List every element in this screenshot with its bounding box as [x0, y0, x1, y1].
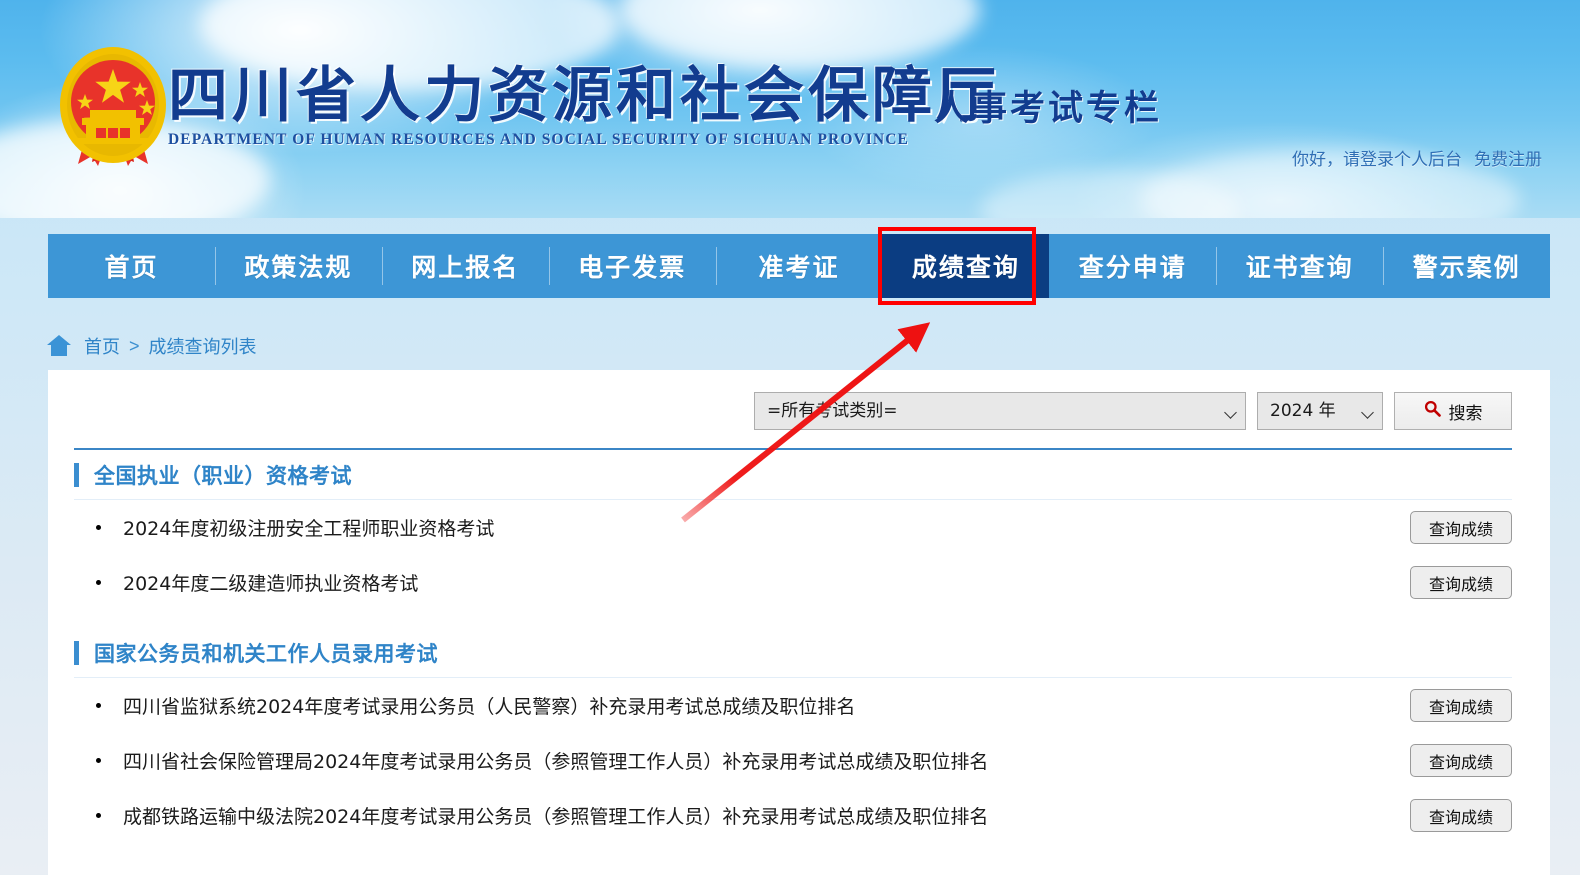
- exam-list-item: 2024年度二级建造师执业资格考试 查询成绩: [74, 555, 1512, 610]
- exam-item-left: 四川省社会保险管理局2024年度考试录用公务员（参照管理工作人员）补充录用考试总…: [96, 747, 988, 774]
- search-icon: [1424, 400, 1441, 422]
- section-title: 国家公务员和机关工作人员录用考试: [94, 641, 438, 666]
- breadcrumb-home-link[interactable]: 首页: [84, 333, 120, 359]
- bullet-icon: [96, 758, 101, 763]
- nav-item-8[interactable]: 警示案例: [1383, 234, 1550, 298]
- nav-item-label: 准考证: [758, 253, 840, 282]
- main-navigation: 首页 政策法规 网上报名 电子发票 准考证 成绩查询 查分申请 证书查询 警示案例: [48, 234, 1550, 298]
- bullet-icon: [96, 580, 101, 585]
- nav-item-label: 查分申请: [1078, 253, 1187, 282]
- exam-list-item: 成都铁路运输中级法院2024年度考试录用公务员（参照管理工作人员）补充录用考试总…: [74, 788, 1512, 843]
- nav-item-2[interactable]: 网上报名: [381, 234, 549, 298]
- exam-section: 全国执业（职业）资格考试 2024年度初级注册安全工程师职业资格考试 查询成绩 202…: [74, 450, 1512, 628]
- national-emblem-icon: [52, 42, 174, 170]
- breadcrumb-separator: >: [129, 335, 140, 356]
- year-select-wrapper: 2024 年: [1257, 392, 1383, 430]
- search-button[interactable]: 搜索: [1394, 392, 1512, 430]
- site-title-chinese: 四川省人力资源和社会保障厅: [168, 61, 1000, 131]
- content-panel: =所有考试类别= 2024 年 搜索 全国执业（职业）资格考试 2024年度初级注…: [48, 370, 1550, 875]
- nav-item-label: 证书查询: [1245, 253, 1354, 282]
- nav-item-5[interactable]: 成绩查询: [882, 234, 1050, 298]
- query-score-button[interactable]: 查询成绩: [1410, 799, 1512, 832]
- exam-item-left: 2024年度初级注册安全工程师职业资格考试: [96, 514, 494, 541]
- nav-item-0[interactable]: 首页: [48, 234, 215, 298]
- home-icon: [46, 334, 72, 358]
- breadcrumb-current: 成绩查询列表: [148, 337, 257, 357]
- register-link[interactable]: 免费注册: [1474, 150, 1542, 169]
- exam-name-link[interactable]: 成都铁路运输中级法院2024年度考试录用公务员（参照管理工作人员）补充录用考试总…: [123, 802, 988, 829]
- nav-item-label: 电子发票: [578, 253, 687, 282]
- site-subtitle: 人事考试专栏: [934, 89, 1163, 129]
- nav-item-6[interactable]: 查分申请: [1049, 234, 1216, 298]
- exam-name-link[interactable]: 四川省监狱系统2024年度考试录用公务员（人民警察）补充录用考试总成绩及职位排名: [123, 692, 855, 719]
- nav-item-label: 网上报名: [411, 253, 520, 282]
- user-login-bar: 你好，请登录个人后台 免费注册: [1292, 145, 1542, 170]
- bullet-icon: [96, 703, 101, 708]
- site-banner: 四川省人力资源和社会保障厅 DEPARTMENT OF HUMAN RESOUR…: [0, 0, 1580, 218]
- query-score-button[interactable]: 查询成绩: [1410, 689, 1512, 722]
- login-link[interactable]: 你好，请登录个人后台: [1292, 150, 1462, 169]
- year-select[interactable]: 2024 年: [1257, 392, 1383, 430]
- category-select-wrapper: =所有考试类别=: [754, 392, 1246, 430]
- exam-list-item: 四川省社会保险管理局2024年度考试录用公务员（参照管理工作人员）补充录用考试总…: [74, 733, 1512, 788]
- cloud-decoration: [980, 170, 1240, 218]
- section-header: 全国执业（职业）资格考试: [74, 450, 1512, 500]
- exam-name-link[interactable]: 四川省社会保险管理局2024年度考试录用公务员（参照管理工作人员）补充录用考试总…: [123, 747, 988, 774]
- search-button-label: 搜索: [1448, 403, 1483, 424]
- query-score-button[interactable]: 查询成绩: [1410, 744, 1512, 777]
- exam-item-left: 四川省监狱系统2024年度考试录用公务员（人民警察）补充录用考试总成绩及职位排名: [96, 692, 855, 719]
- exam-item-left: 成都铁路运输中级法院2024年度考试录用公务员（参照管理工作人员）补充录用考试总…: [96, 802, 988, 829]
- exam-list-item: 四川省监狱系统2024年度考试录用公务员（人民警察）补充录用考试总成绩及职位排名…: [74, 678, 1512, 733]
- exam-sections: 全国执业（职业）资格考试 2024年度初级注册安全工程师职业资格考试 查询成绩 202…: [48, 450, 1550, 843]
- section-title: 全国执业（职业）资格考试: [94, 463, 352, 488]
- breadcrumb: 首页 > 成绩查询列表: [46, 333, 257, 359]
- nav-item-label: 警示案例: [1412, 253, 1521, 282]
- exam-name-link[interactable]: 2024年度二级建造师执业资格考试: [123, 569, 418, 596]
- bullet-icon: [96, 813, 101, 818]
- site-title-english: DEPARTMENT OF HUMAN RESOURCES AND SOCIAL…: [168, 131, 909, 148]
- section-header: 国家公务员和机关工作人员录用考试: [74, 628, 1512, 678]
- nav-item-4[interactable]: 准考证: [715, 234, 883, 298]
- nav-item-label: 政策法规: [244, 253, 353, 282]
- section-accent-bar: [74, 640, 79, 665]
- exam-section: 国家公务员和机关工作人员录用考试四川省监狱系统2024年度考试录用公务员（人民警…: [74, 628, 1512, 843]
- exam-category-select[interactable]: =所有考试类别=: [754, 392, 1246, 430]
- query-score-button[interactable]: 查询成绩: [1410, 511, 1512, 544]
- search-toolbar: =所有考试类别= 2024 年 搜索: [48, 370, 1550, 430]
- exam-item-left: 2024年度二级建造师执业资格考试: [96, 569, 418, 596]
- nav-item-label: 首页: [104, 253, 159, 282]
- exam-name-link[interactable]: 2024年度初级注册安全工程师职业资格考试: [123, 514, 494, 541]
- nav-item-7[interactable]: 证书查询: [1216, 234, 1383, 298]
- nav-item-label: 成绩查询: [911, 253, 1020, 282]
- exam-list-item: 2024年度初级注册安全工程师职业资格考试 查询成绩: [74, 500, 1512, 555]
- nav-item-1[interactable]: 政策法规: [214, 234, 382, 298]
- section-accent-bar: [74, 462, 79, 487]
- query-score-button[interactable]: 查询成绩: [1410, 566, 1512, 599]
- nav-item-3[interactable]: 电子发票: [548, 234, 716, 298]
- bullet-icon: [96, 525, 101, 530]
